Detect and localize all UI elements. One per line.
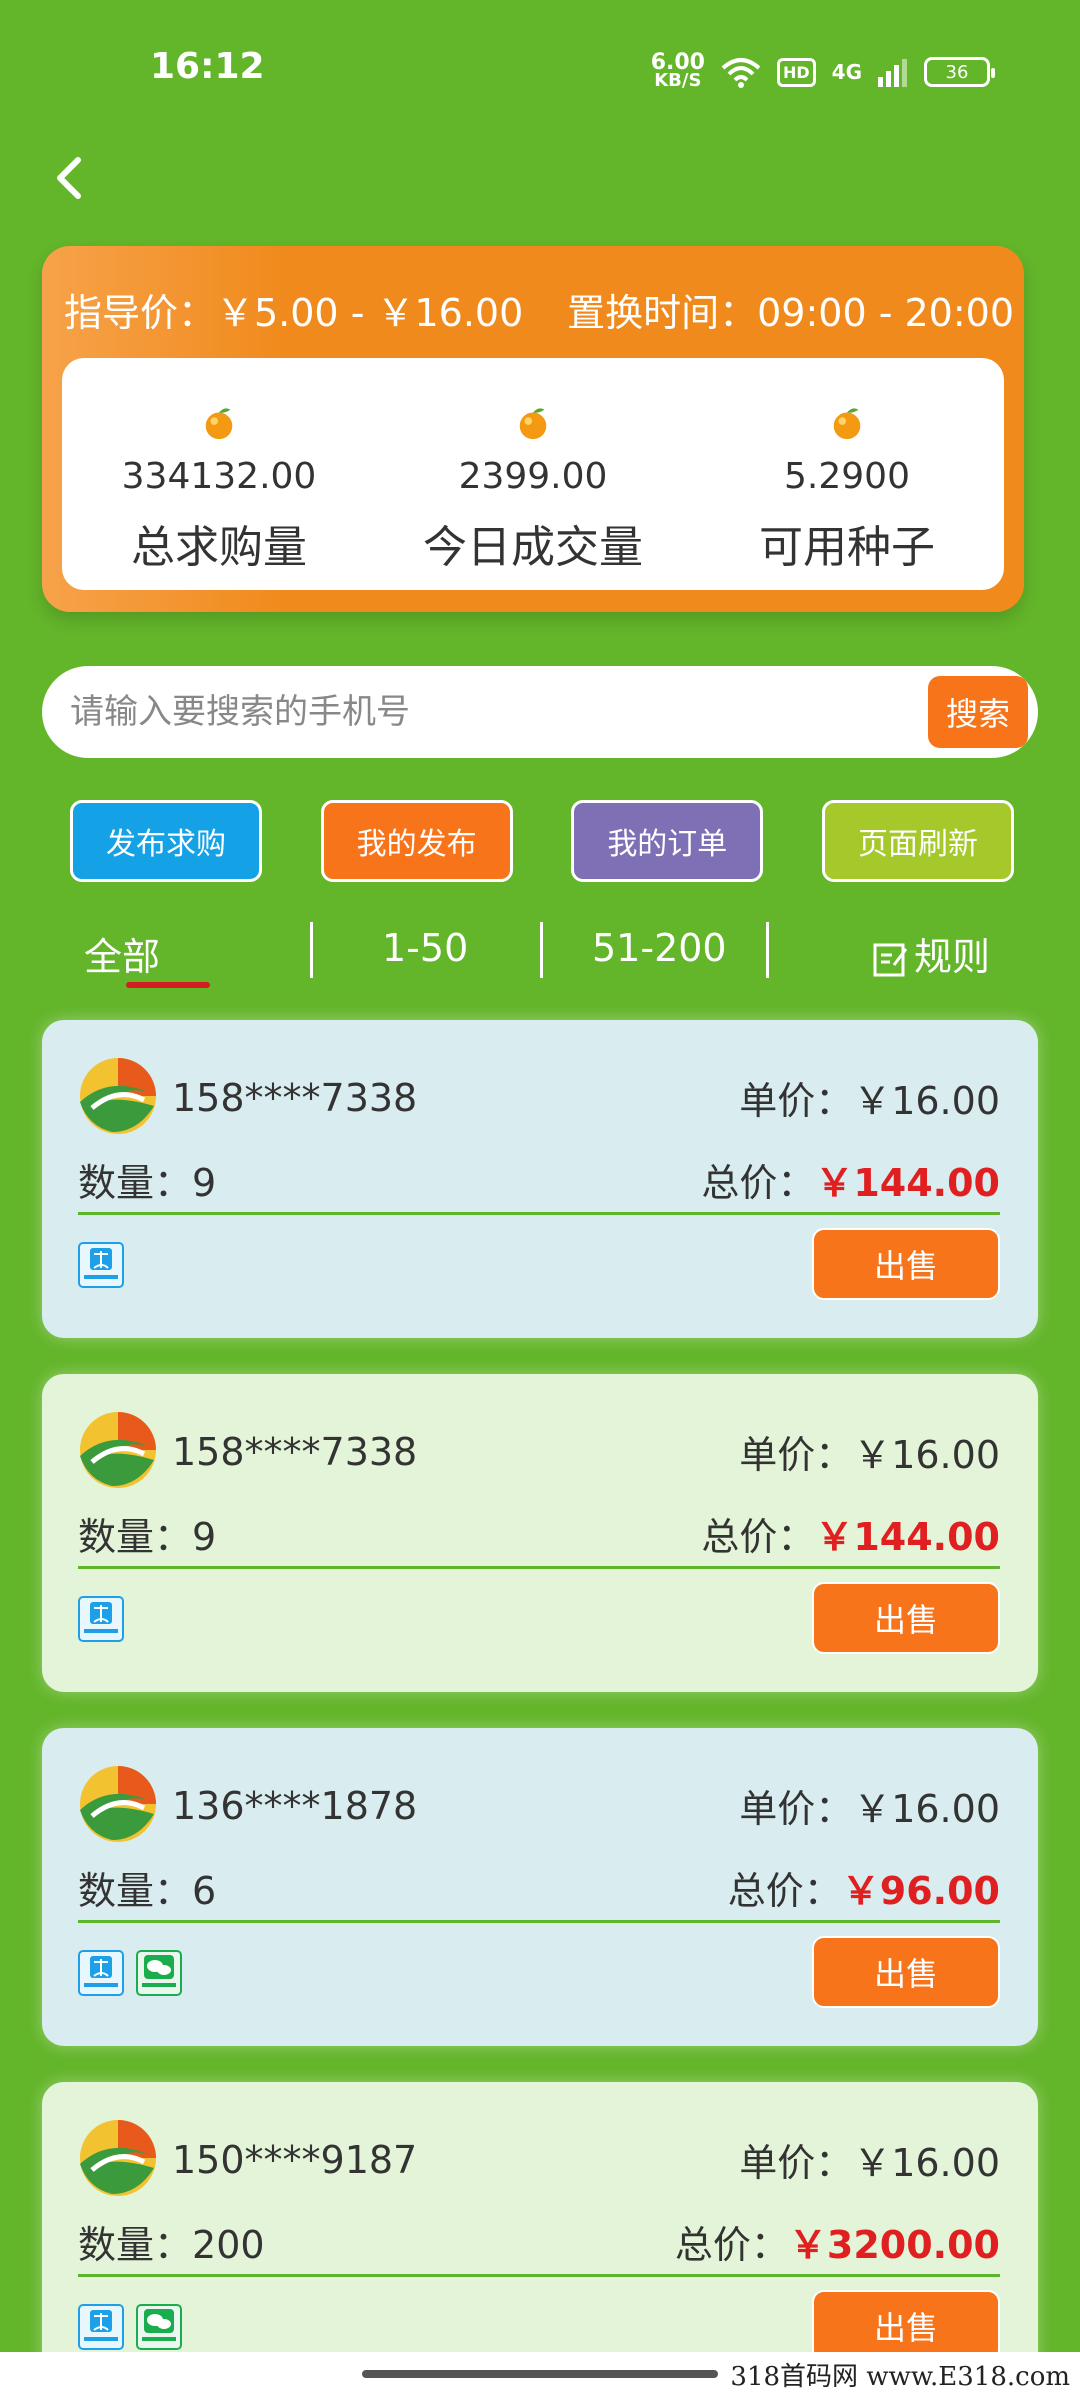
my-orders-button[interactable]: 我的订单 [571,800,764,882]
network-speed: 6.00 KB/S [650,50,705,91]
total-price: 总价：￥144.00 [701,1515,1000,1559]
stat-total-demand: 334132.00 总求购量 [69,358,369,590]
buyer-phone: 158****7338 [172,1430,418,1474]
unit-price: 单价：￥16.00 [739,1787,1000,1831]
back-arrow-icon[interactable] [40,148,100,208]
buyer-phone: 150****9187 [172,2138,418,2182]
status-time: 16:12 [150,46,265,87]
wifi-icon [721,58,761,88]
market-info-panel: 指导价：￥5.00 - ￥16.00 置换时间：09:00 - 20:00 33… [42,246,1024,612]
buyer-phone: 158****7338 [172,1076,418,1120]
alipay-icon [78,1242,124,1288]
orange-fruit-icon [205,408,233,440]
stat-value: 334132.00 [121,456,317,497]
phone-search-input[interactable] [70,682,930,742]
payment-methods [78,1950,182,1996]
divider [78,2274,1000,2277]
stat-available-seeds: 5.2900 可用种子 [697,358,997,590]
watermark: 318首码网 www.E318.com [730,2362,1070,2392]
unit-price: 单价：￥16.00 [739,2141,1000,2185]
search-button[interactable]: 搜索 [928,676,1028,748]
tab-rules[interactable]: 规则 [872,926,990,981]
stat-value: 2399.00 [458,456,608,497]
alipay-icon [78,1950,124,1996]
status-icons: 6.00 KB/S HD 4G 36 [650,50,995,94]
brand-logo-icon [80,1412,156,1488]
total-price: 总价：￥144.00 [701,1161,1000,1205]
order-card: 150****9187 单价：￥16.00 数量：200 总价：￥3200.00… [42,2082,1038,2382]
guide-price: 指导价：￥5.00 - ￥16.00 [64,291,524,335]
refresh-button[interactable]: 页面刷新 [821,800,1014,882]
stats-box: 334132.00 总求购量 2399.00 今日成交量 5.2900 可用种子 [62,358,1004,590]
stat-value: 5.2900 [784,456,910,497]
tab-divider [310,922,313,978]
divider [78,1212,1000,1215]
signal-bars-icon [878,59,907,87]
quantity: 数量：9 [78,1161,217,1205]
hd-badge: HD [776,57,816,87]
publish-buy-button[interactable]: 发布求购 [70,800,262,882]
active-tab-indicator [126,982,210,988]
payment-methods [78,2304,182,2350]
order-card: 136****1878 单价：￥16.00 数量：6 总价：￥96.00 出售 [42,1728,1038,2046]
unit-price: 单价：￥16.00 [739,1433,1000,1477]
swap-time: 置换时间：09:00 - 20:00 [567,291,1014,335]
order-card: 158****7338 单价：￥16.00 数量：9 总价：￥144.00 出售 [42,1020,1038,1338]
stat-label: 总求购量 [131,522,307,573]
tab-1-50[interactable]: 1-50 [382,926,468,970]
divider [78,1920,1000,1923]
sell-button[interactable]: 出售 [812,1936,1000,2008]
total-price: 总价：￥3200.00 [674,2223,1000,2267]
stat-today-volume: 2399.00 今日成交量 [383,358,683,590]
action-buttons: 发布求购 我的发布 我的订单 页面刷新 [70,800,1014,882]
quantity-tabs: 全部 1-50 51-200 规则 [42,912,1038,988]
quantity: 数量：9 [78,1515,217,1559]
wechat-pay-icon [136,2304,182,2350]
wechat-pay-icon [136,1950,182,1996]
signal-4g-icon: 4G [831,60,862,84]
status-bar: 16:12 6.00 KB/S HD 4G 36 [0,0,1080,140]
buyer-phone: 136****1878 [172,1784,418,1828]
tab-divider [540,922,543,978]
brand-logo-icon [80,2120,156,2196]
brand-logo-icon [80,1766,156,1842]
rules-label: 规则 [914,935,991,979]
quantity: 数量：200 [78,2223,265,2267]
search-bar: 搜索 [42,666,1038,758]
payment-methods [78,1596,124,1642]
edit-note-icon [873,943,908,976]
my-posts-button[interactable]: 我的发布 [320,800,513,882]
stat-label: 今日成交量 [423,522,643,573]
sell-button[interactable]: 出售 [812,1582,1000,1654]
battery-icon: 36 [924,57,995,87]
brand-logo-icon [80,1058,156,1134]
unit-price: 单价：￥16.00 [739,1079,1000,1123]
tab-all[interactable]: 全部 [84,926,160,981]
home-indicator[interactable] [362,2370,718,2378]
info-header: 指导价：￥5.00 - ￥16.00 置换时间：09:00 - 20:00 [64,282,1014,337]
order-card: 158****7338 单价：￥16.00 数量：9 总价：￥144.00 出售 [42,1374,1038,1692]
divider [78,1566,1000,1569]
total-price: 总价：￥96.00 [727,1869,1000,1913]
tab-51-200[interactable]: 51-200 [592,926,727,970]
payment-methods [78,1242,124,1288]
orange-fruit-icon [833,408,861,440]
stat-label: 可用种子 [759,522,935,573]
tab-divider [766,922,769,978]
sell-button[interactable]: 出售 [812,1228,1000,1300]
quantity: 数量：6 [78,1869,217,1913]
orange-fruit-icon [519,408,547,440]
alipay-icon [78,1596,124,1642]
alipay-icon [78,2304,124,2350]
